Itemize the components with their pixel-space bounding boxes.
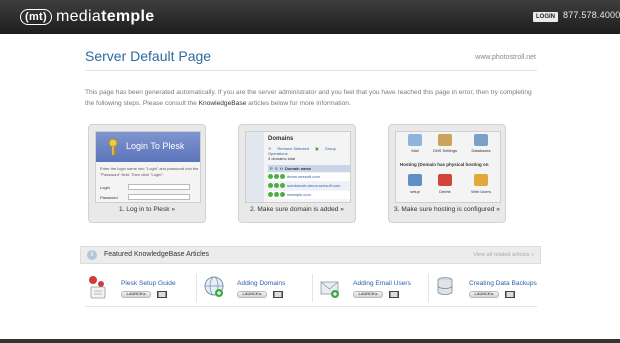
mock-login-label: Login — [100, 185, 110, 190]
launch-button[interactable]: LAUNCH ▸ — [121, 291, 151, 298]
kb-article[interactable]: Adding Email Users LAUNCH ▸ — [316, 274, 431, 306]
mock-password-label: Password — [100, 195, 118, 200]
database-backup-icon — [437, 277, 453, 295]
video-icon[interactable] — [389, 291, 399, 298]
article-title[interactable]: Creating Data Backups — [469, 280, 537, 287]
logo-text: mediatemple — [55, 8, 155, 25]
kb-title: Featured KnowledgeBase Articles — [104, 251, 210, 258]
delete-icon — [438, 174, 452, 186]
setup-icon — [408, 174, 422, 186]
step-caption[interactable]: 3. Make sure hosting is configured » — [389, 206, 505, 213]
mock-databases-label: Databases — [471, 148, 491, 153]
top-bar: (mt) mediatemple LOGIN 877.578.4000 — [0, 0, 620, 34]
hosting-screenshot: Mail DNS Settings Databases Hosting (Dom… — [395, 131, 501, 203]
intro-text: This page has been generated automatical… — [85, 89, 532, 107]
login-button[interactable]: LOGIN — [533, 12, 558, 22]
mock-login-input — [128, 184, 190, 190]
mock-password-input — [128, 194, 190, 200]
email-icon — [320, 281, 339, 298]
site-url: www.photostroll.net — [475, 54, 536, 61]
mock-domain-table-header: P S H Domain name — [268, 165, 350, 172]
mock-domains-title: Domains — [268, 136, 294, 142]
video-icon[interactable] — [273, 291, 283, 298]
article-separator — [312, 274, 313, 302]
mock-domain-row: example.com — [268, 191, 350, 199]
mock-setup-label: setup — [410, 189, 420, 194]
globe-icon — [204, 276, 224, 297]
web-users-icon — [474, 174, 488, 186]
mock-hosting-title: Hosting (Domain has physical hosting on — [400, 162, 489, 167]
mock-domain-row: subdomain.demo.seesoft.com — [268, 182, 350, 190]
knowledgebase-link[interactable]: KnowledgeBase — [199, 100, 247, 107]
database-icon — [474, 134, 488, 146]
kb-article[interactable]: Plesk Setup Guide LAUNCH ▸ — [84, 274, 199, 306]
view-all-articles-link[interactable]: View all related articles » — [473, 252, 534, 258]
mock-login-text: Enter the login name into "Login" and pa… — [100, 166, 199, 177]
launch-button[interactable]: LAUNCH ▸ — [237, 291, 267, 298]
kb-article[interactable]: Creating Data Backups LAUNCH ▸ — [432, 274, 547, 306]
article-title[interactable]: Adding Email Users — [353, 280, 411, 287]
mock-domain-count: 3 domains total — [268, 156, 296, 161]
plesk-login-screenshot: Login To Plesk Enter the login name into… — [95, 131, 201, 203]
article-title[interactable]: Adding Domains — [237, 280, 285, 287]
article-separator — [428, 274, 429, 302]
page-title: Server Default Page — [85, 48, 212, 64]
step-caption[interactable]: 2. Make sure domain is added » — [239, 206, 355, 213]
kb-article[interactable]: Adding Domains LAUNCH ▸ — [200, 274, 315, 306]
mock-login-title: Login To Plesk — [126, 141, 185, 151]
divider — [85, 70, 537, 71]
launch-button[interactable]: LAUNCH ▸ — [353, 291, 383, 298]
mock-domain-row: demo.seesoft.com — [268, 173, 350, 181]
mock-dns-label: DNS Settings — [432, 148, 457, 153]
plesk-setup-icon — [89, 276, 106, 299]
step-card-hosting[interactable]: Mail DNS Settings Databases Hosting (Dom… — [388, 124, 506, 223]
mock-mail-label: Mail — [411, 148, 419, 153]
mediatemple-logo[interactable]: (mt) mediatemple — [20, 8, 154, 26]
key-icon — [108, 138, 118, 156]
mock-webusers-label: Web Users — [471, 189, 491, 194]
footer-bar — [0, 339, 620, 343]
article-separator — [196, 274, 197, 302]
domains-screenshot: Domains ✕ Remove Selected ▣ Group Operation… — [245, 131, 351, 203]
mock-domain-operations: ✕ Remove Selected ▣ Group Operations — [268, 146, 336, 156]
dns-icon — [438, 134, 452, 146]
kb-header: i Featured KnowledgeBase Articles View a… — [80, 246, 541, 264]
phone-number: 877.578.4000 — [563, 10, 620, 20]
step-caption[interactable]: 1. Log in to Plesk » — [89, 206, 205, 213]
step-card-domain[interactable]: Domains ✕ Remove Selected ▣ Group Operation… — [238, 124, 356, 223]
article-title[interactable]: Plesk Setup Guide — [121, 280, 176, 287]
divider — [85, 306, 537, 307]
mock-delete-label: Delete — [439, 189, 451, 194]
main-panel: Server Default Page www.photostroll.net … — [0, 34, 620, 339]
launch-button[interactable]: LAUNCH ▸ — [469, 291, 499, 298]
info-icon: i — [87, 250, 97, 260]
mail-icon — [408, 134, 422, 146]
video-icon[interactable] — [505, 291, 515, 298]
step-card-login[interactable]: Login To Plesk Enter the login name into… — [88, 124, 206, 223]
video-icon[interactable] — [157, 291, 167, 298]
logo-mark: (mt) — [20, 9, 52, 25]
